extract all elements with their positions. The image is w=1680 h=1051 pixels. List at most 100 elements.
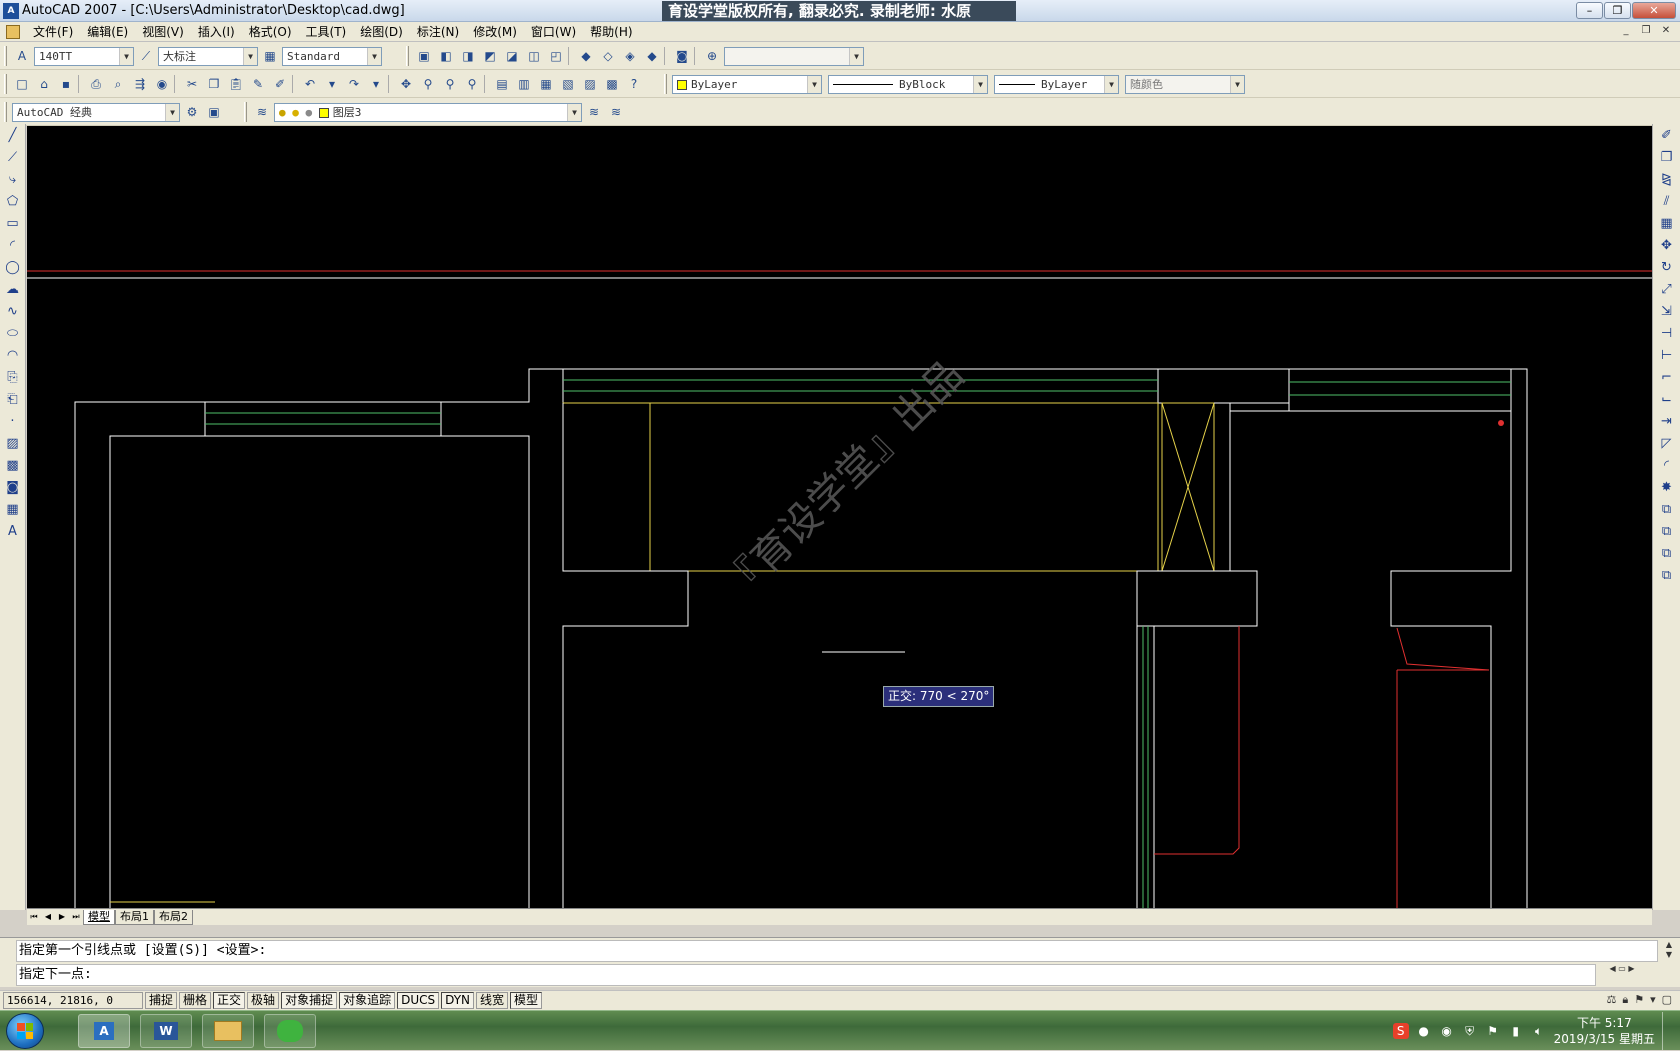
workspace-select[interactable]: AutoCAD 经典 ▼ <box>12 102 180 122</box>
doc-restore-button[interactable]: ❐ <box>1638 24 1654 38</box>
taskbar-word[interactable]: W <box>140 1014 192 1048</box>
layer-manager-icon[interactable]: ≋ <box>252 102 272 122</box>
menu-window[interactable]: 窗口(W) <box>524 22 583 42</box>
next-tab-icon[interactable]: ▶ <box>55 910 69 924</box>
polyline-icon[interactable]: ⤷ <box>2 168 24 190</box>
minimize-button[interactable]: – <box>1576 2 1603 19</box>
menu-tools[interactable]: 工具(T) <box>299 22 354 42</box>
status-menu-icon[interactable]: ▾ <box>1650 993 1656 1007</box>
network-icon[interactable]: ▮ <box>1508 1023 1524 1039</box>
taskbar-wechat[interactable] <box>264 1014 316 1048</box>
insert-block-icon[interactable]: ⎘ <box>2 366 24 388</box>
autocad-app-icon[interactable]: A <box>3 3 19 19</box>
linetype-select[interactable]: ByBlock ▼ <box>828 74 988 94</box>
draworder-back-icon[interactable]: ⧉ <box>1656 520 1678 542</box>
new-file-icon[interactable]: □ <box>12 74 32 94</box>
front-view-icon[interactable]: ◫ <box>524 46 544 66</box>
workspace-settings-icon[interactable]: ⚙ <box>182 102 202 122</box>
copy-icon[interactable]: ❐ <box>204 74 224 94</box>
color-select[interactable]: ByLayer ▼ <box>672 74 822 94</box>
drawing-canvas[interactable]: 『育设学堂』出品 正交: 770 < 270° <box>27 126 1652 910</box>
dyn-toggle[interactable]: DYN <box>441 992 475 1009</box>
menu-format[interactable]: 格式(O) <box>242 22 299 42</box>
taskbar-clock[interactable]: 下午 5:17 2019/3/15 星期五 <box>1554 1015 1655 1047</box>
right-view-icon[interactable]: ◪ <box>502 46 522 66</box>
bring-above-icon[interactable]: ⧉ <box>1656 542 1678 564</box>
gradient-icon[interactable]: ▩ <box>2 454 24 476</box>
break-icon[interactable]: ⌙ <box>1656 388 1678 410</box>
ucs-icon[interactable]: ⊕ <box>702 46 722 66</box>
tray-flag-icon[interactable]: ⚑ <box>1485 1023 1501 1039</box>
layer-previous-icon[interactable]: ≋ <box>606 102 626 122</box>
tray-chat-icon[interactable]: ◉ <box>1439 1023 1455 1039</box>
annotation-scale-icon[interactable]: ⚖ <box>1606 993 1616 1007</box>
multiline-text-icon[interactable]: A <box>2 520 24 542</box>
coordinates-display[interactable]: 156614, 21816, 0 <box>3 992 143 1009</box>
first-tab-icon[interactable]: ⏮ <box>27 910 41 924</box>
osnap-toggle[interactable]: 对象捕捉 <box>281 992 338 1009</box>
tab-layout2[interactable]: 布局2 <box>154 909 193 925</box>
paste-icon[interactable]: 📋︎ <box>226 74 246 94</box>
communication-center-icon[interactable]: ⚑ <box>1634 993 1644 1007</box>
sheet-set-icon[interactable]: ▧ <box>558 74 578 94</box>
menu-help[interactable]: 帮助(H) <box>583 22 639 42</box>
clean-screen-icon[interactable]: ▢ <box>1662 993 1672 1007</box>
erase-icon[interactable]: ✐ <box>1656 124 1678 146</box>
sw-iso-view-icon[interactable]: ◆ <box>576 46 596 66</box>
table-style-select[interactable]: Standard ▼ <box>282 46 382 66</box>
pan-icon[interactable]: ✥ <box>396 74 416 94</box>
ellipse-arc-icon[interactable]: ◠ <box>2 344 24 366</box>
save-icon[interactable]: ▪ <box>56 74 76 94</box>
send-under-icon[interactable]: ⧉ <box>1656 564 1678 586</box>
design-center-icon[interactable]: ▥ <box>514 74 534 94</box>
match-properties-icon[interactable]: ✎ <box>248 74 268 94</box>
lineweight-select[interactable]: ByLayer ▼ <box>994 74 1119 94</box>
command-hscroll[interactable]: ◀ ▭ ▶ <box>1592 964 1652 986</box>
menu-insert[interactable]: 插入(I) <box>191 22 242 42</box>
ellipse-icon[interactable]: ⬭ <box>2 322 24 344</box>
tab-model[interactable]: 模型 <box>83 909 115 925</box>
toolbar-grip[interactable] <box>244 102 247 122</box>
fillet-icon[interactable]: ◜ <box>1656 454 1678 476</box>
print-icon[interactable]: ⎙ <box>86 74 106 94</box>
start-button[interactable] <box>6 1013 44 1049</box>
nw-iso-view-icon[interactable]: ◆ <box>642 46 662 66</box>
left-view-icon[interactable]: ◩ <box>480 46 500 66</box>
top-view-icon[interactable]: ◧ <box>436 46 456 66</box>
snap-toggle[interactable]: 捕捉 <box>145 992 178 1009</box>
named-view-select[interactable]: ▼ <box>724 46 864 66</box>
plotstyle-select[interactable]: 随颜色 ▼ <box>1125 74 1245 94</box>
region-icon[interactable]: ◙ <box>2 476 24 498</box>
help-icon[interactable]: ? <box>624 74 644 94</box>
block-editor-icon[interactable]: ✐ <box>270 74 290 94</box>
show-desktop-button[interactable] <box>1662 1012 1674 1050</box>
revcloud-icon[interactable]: ☁ <box>2 278 24 300</box>
toolbar-grip[interactable] <box>406 46 409 66</box>
tray-app-icon[interactable]: ● <box>1416 1023 1432 1039</box>
doc-close-button[interactable]: ✕ <box>1658 24 1674 38</box>
ortho-toggle[interactable]: 正交 <box>213 992 246 1009</box>
prev-tab-icon[interactable]: ◀ <box>41 910 55 924</box>
text-style-icon[interactable]: A <box>12 46 32 66</box>
taskbar-explorer[interactable] <box>202 1014 254 1048</box>
sogou-icon[interactable]: S <box>1392 1023 1409 1039</box>
dim-style-select[interactable]: 大标注 ▼ <box>158 46 258 66</box>
calculator-icon[interactable]: ▩ <box>602 74 622 94</box>
tool-palettes-icon[interactable]: ▦ <box>536 74 556 94</box>
offset-icon[interactable]: ⫽ <box>1656 190 1678 212</box>
line-icon[interactable]: ╱ <box>2 124 24 146</box>
3d-dwf-icon[interactable]: ◉ <box>152 74 172 94</box>
menu-modify[interactable]: 修改(M) <box>466 22 524 42</box>
copy-object-icon[interactable]: ❐ <box>1656 146 1678 168</box>
doc-minimize-button[interactable]: _ <box>1618 24 1634 38</box>
table-style-icon[interactable]: ▦ <box>260 46 280 66</box>
scale-icon[interactable]: ⤢ <box>1656 278 1678 300</box>
break-at-point-icon[interactable]: ⌐ <box>1656 366 1678 388</box>
save-workspace-icon[interactable]: ▣ <box>204 102 224 122</box>
construction-line-icon[interactable]: ⟋ <box>2 146 24 168</box>
hatch-icon[interactable]: ▨ <box>2 432 24 454</box>
redo-icon[interactable]: ↷ <box>344 74 364 94</box>
taskbar-autocad[interactable]: A <box>78 1014 130 1048</box>
bottom-view-icon[interactable]: ◨ <box>458 46 478 66</box>
text-style-select[interactable]: 140TT ▼ <box>34 46 134 66</box>
